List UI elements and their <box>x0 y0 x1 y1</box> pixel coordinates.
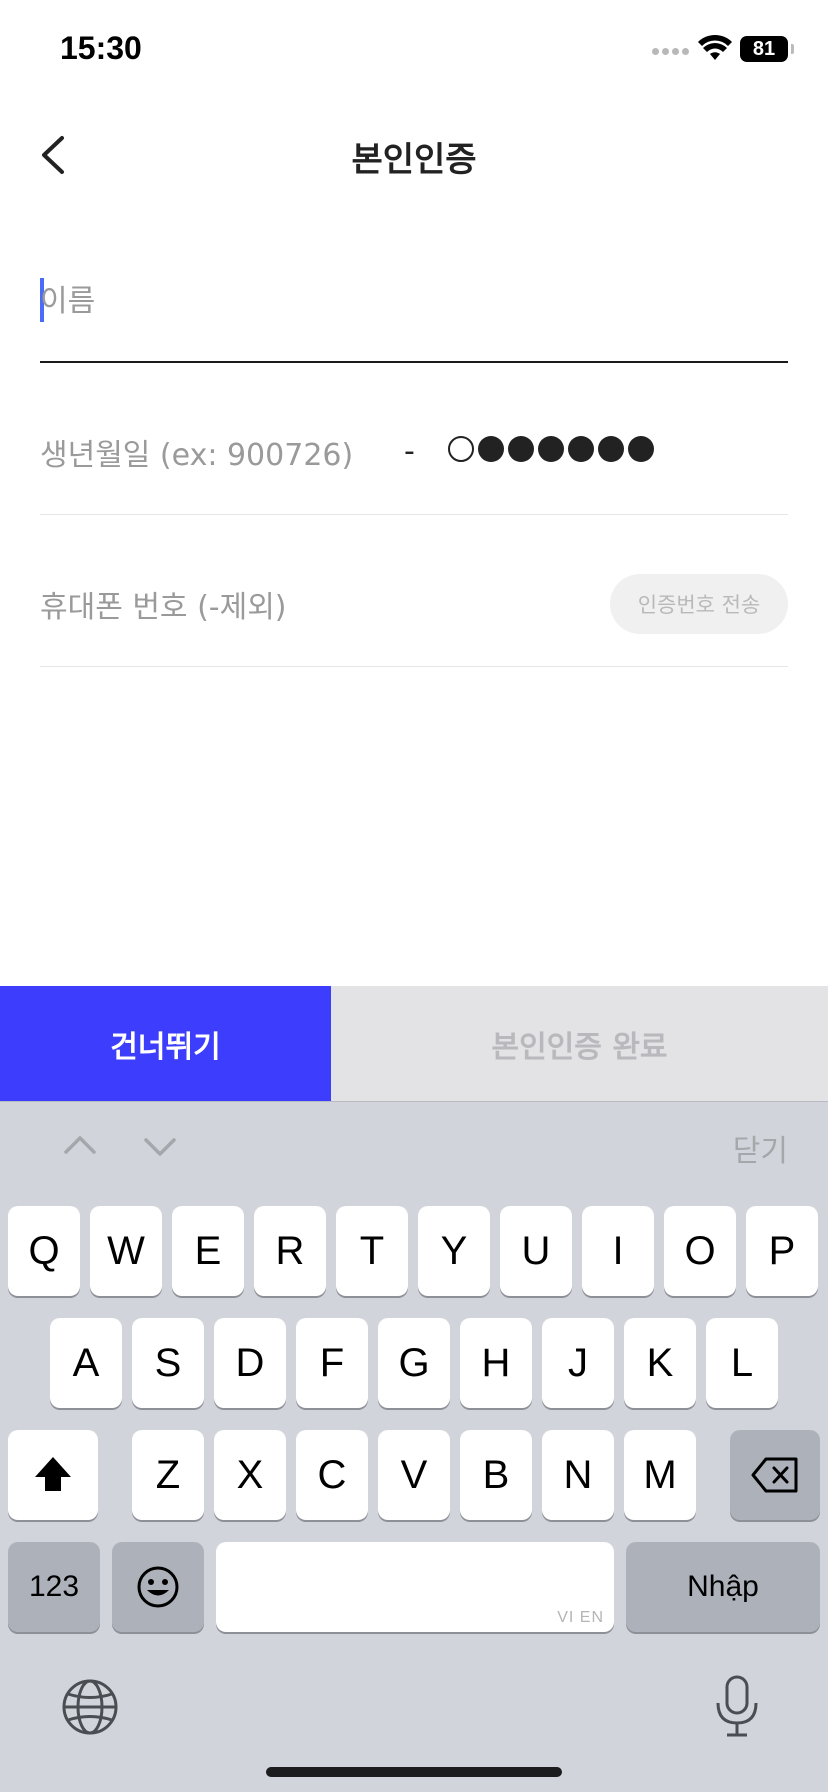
microphone-icon[interactable] <box>712 1673 762 1739</box>
emoji-icon <box>137 1566 179 1608</box>
backspace-icon <box>751 1457 798 1493</box>
name-input[interactable] <box>40 276 788 326</box>
keyboard-accessory-bar: 닫기 <box>0 1101 828 1191</box>
key-b[interactable]: B <box>460 1430 532 1520</box>
status-time: 15:30 <box>60 30 142 66</box>
key-t[interactable]: T <box>336 1206 408 1296</box>
page-title: 본인인증 <box>351 140 477 180</box>
key-e[interactable]: E <box>172 1206 244 1296</box>
rrn-digit-dot <box>448 436 474 462</box>
key-g[interactable]: G <box>378 1318 450 1408</box>
key-v[interactable]: V <box>378 1430 450 1520</box>
key-a[interactable]: A <box>50 1318 122 1408</box>
key-x[interactable]: X <box>214 1430 286 1520</box>
key-row-4: 123 VI EN Nhập <box>0 1542 828 1632</box>
globe-icon[interactable] <box>60 1677 120 1737</box>
birthdate-input[interactable] <box>40 430 380 480</box>
key-l[interactable]: L <box>706 1318 778 1408</box>
key-f[interactable]: F <box>296 1318 368 1408</box>
key-z[interactable]: Z <box>132 1430 204 1520</box>
key-u[interactable]: U <box>500 1206 572 1296</box>
nav-bar: 본인인증 <box>0 100 828 212</box>
rrn-digit-dot <box>508 436 534 462</box>
key-r[interactable]: R <box>254 1206 326 1296</box>
shift-key[interactable] <box>8 1430 98 1520</box>
key-d[interactable]: D <box>214 1318 286 1408</box>
wifi-icon <box>698 34 732 60</box>
complete-verification-button[interactable]: 본인인증 완료 <box>331 986 828 1101</box>
action-bar: 건너뛰기 본인인증 완료 <box>0 986 828 1101</box>
rrn-digit-dot <box>538 436 564 462</box>
keyboard: Q W E R T Y U I O P A S D F G H J K L Z … <box>0 1191 828 1792</box>
key-c[interactable]: C <box>296 1430 368 1520</box>
close-keyboard-button[interactable]: 닫기 <box>733 1126 788 1170</box>
birth-field: - <box>40 400 788 515</box>
key-y[interactable]: Y <box>418 1206 490 1296</box>
return-key[interactable]: Nhập <box>626 1542 820 1632</box>
send-code-button[interactable]: 인증번호 전송 <box>610 574 788 634</box>
key-m[interactable]: M <box>624 1430 696 1520</box>
next-field-button[interactable] <box>138 1124 182 1168</box>
space-language-hint: VI EN <box>557 1609 604 1626</box>
key-row-1: Q W E R T Y U I O P <box>0 1206 828 1296</box>
rrn-digit-dot <box>598 436 624 462</box>
key-row-3: Z X C V B N M <box>0 1430 828 1520</box>
key-n[interactable]: N <box>542 1430 614 1520</box>
rrn-separator: - <box>404 434 415 469</box>
cellular-signal-icon <box>652 48 689 55</box>
name-field <box>40 240 788 363</box>
key-s[interactable]: S <box>132 1318 204 1408</box>
emoji-key[interactable] <box>112 1542 204 1632</box>
key-j[interactable]: J <box>542 1318 614 1408</box>
battery-icon: 81 <box>740 36 794 62</box>
numbers-key[interactable]: 123 <box>8 1542 100 1632</box>
phone-input[interactable] <box>40 582 580 632</box>
phone-field: 인증번호 전송 <box>40 552 788 667</box>
key-k[interactable]: K <box>624 1318 696 1408</box>
rrn-digit-dot <box>628 436 654 462</box>
key-h[interactable]: H <box>460 1318 532 1408</box>
space-key[interactable]: VI EN <box>216 1542 614 1632</box>
key-q[interactable]: Q <box>8 1206 80 1296</box>
skip-button[interactable]: 건너뛰기 <box>0 986 331 1101</box>
rrn-digit-dot <box>568 436 594 462</box>
previous-field-button[interactable] <box>58 1124 102 1168</box>
rrn-digit-dot <box>478 436 504 462</box>
key-row-2: A S D F G H J K L <box>0 1318 828 1408</box>
key-p[interactable]: P <box>746 1206 818 1296</box>
key-o[interactable]: O <box>664 1206 736 1296</box>
key-w[interactable]: W <box>90 1206 162 1296</box>
status-bar: 15:30 81 <box>0 0 828 100</box>
rrn-digit-input[interactable] <box>448 436 654 462</box>
home-indicator <box>266 1767 562 1777</box>
backspace-key[interactable] <box>730 1430 820 1520</box>
key-i[interactable]: I <box>582 1206 654 1296</box>
shift-icon <box>35 1457 71 1491</box>
